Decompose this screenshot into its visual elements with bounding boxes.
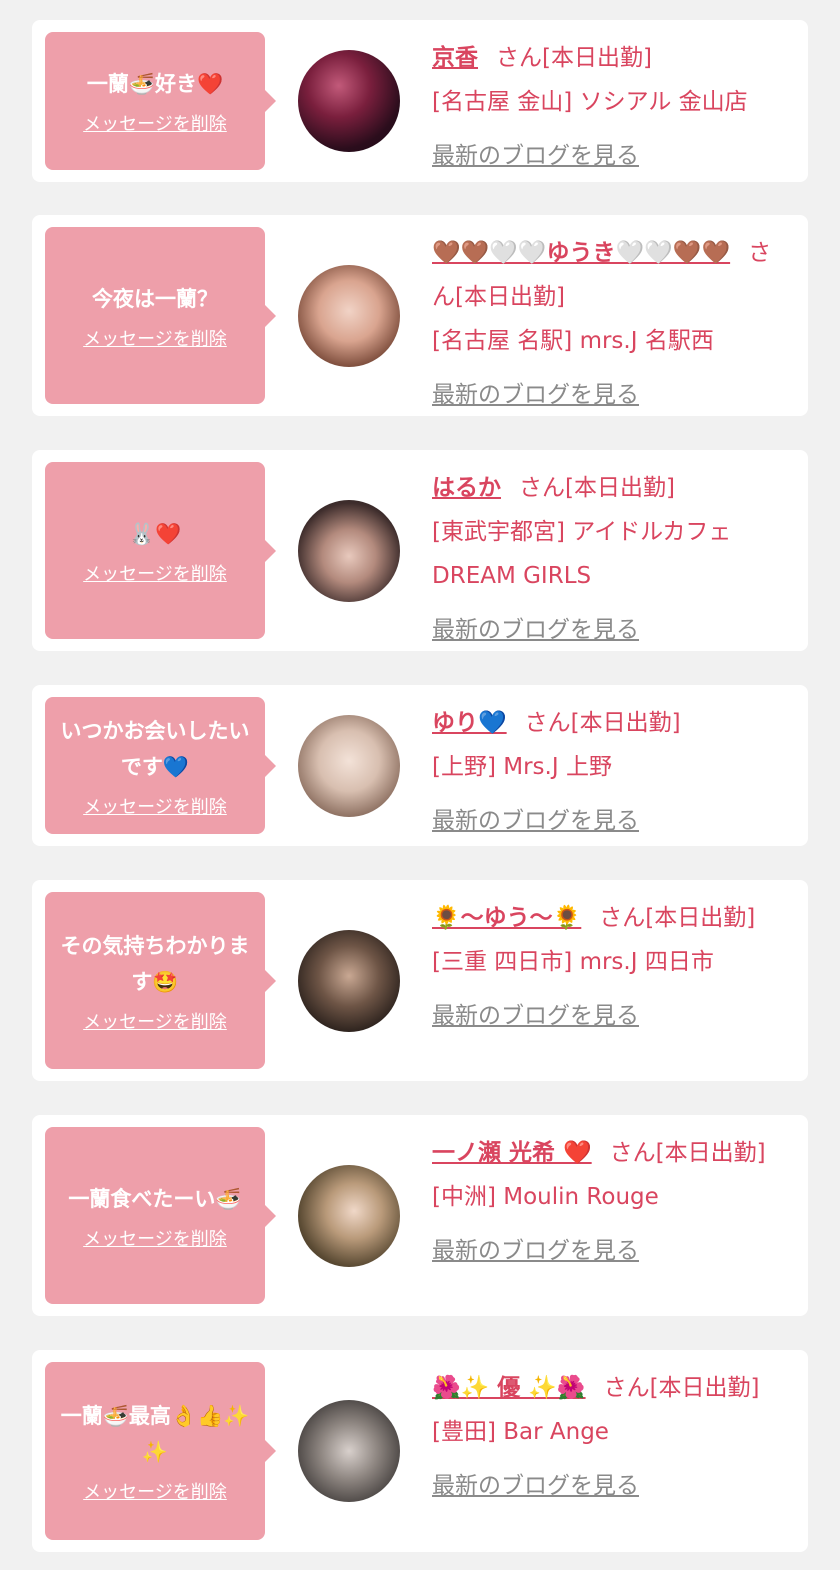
message-text: その気持ちわかります🤩: [60, 933, 250, 994]
cast-info: 京香 さん[本日出勤] [名古屋 金山] ソシアル 金山店 最新のブログを見る: [432, 36, 787, 178]
message-card: 今夜は一蘭？ メッセージを削除 🤎🤎🤍🤍ゆうき🤍🤍🤎🤎 さん[本日出勤] [名古屋…: [32, 215, 808, 416]
message-bubble: いつかお会いしたいです💙 メッセージを削除: [45, 697, 276, 834]
latest-blog-link[interactable]: 最新のブログを見る: [432, 1229, 787, 1273]
cast-info: 🌺✨ 優 ✨🌺 さん[本日出勤] [豊田] Bar Ange 最新のブログを見る: [432, 1366, 787, 1508]
latest-blog-link[interactable]: 最新のブログを見る: [432, 799, 787, 843]
delete-message-link[interactable]: メッセージを削除: [83, 1478, 227, 1504]
latest-blog-link[interactable]: 最新のブログを見る: [432, 134, 787, 178]
cast-name-link[interactable]: 京香: [432, 45, 478, 71]
message-list: 一蘭🍜好き❤️ メッセージを削除 京香 さん[本日出勤] [名古屋 金山] ソシア…: [0, 0, 840, 1570]
latest-blog-link[interactable]: 最新のブログを見る: [432, 1464, 787, 1508]
message-card: 🐰❤️ メッセージを削除 はるか さん[本日出勤] [東武宇都宮] アイドルカフェ…: [32, 450, 808, 651]
cast-status: さん[本日出勤]: [524, 710, 681, 736]
latest-blog-link[interactable]: 最新のブログを見る: [432, 994, 787, 1038]
cast-status: さん[本日出勤]: [599, 905, 756, 931]
cast-status: さん[本日出勤]: [609, 1140, 766, 1166]
message-bubble: その気持ちわかります🤩 メッセージを削除: [45, 892, 276, 1069]
cast-name-link[interactable]: 一ノ瀬 光希 ❤️: [432, 1140, 592, 1166]
message-card: いつかお会いしたいです💙 メッセージを削除 ゆり💙 さん[本日出勤] [上野] M…: [32, 685, 808, 846]
avatar[interactable]: [298, 715, 400, 817]
cast-info: 🌻〜ゆう〜🌻 さん[本日出勤] [三重 四日市] mrs.J 四日市 最新のブログ…: [432, 896, 787, 1038]
cast-info: はるか さん[本日出勤] [東武宇都宮] アイドルカフェ DREAM GIRLS …: [432, 466, 787, 652]
message-text: 今夜は一蘭？: [92, 286, 218, 311]
message-bubble: 🐰❤️ メッセージを削除: [45, 462, 276, 639]
message-text: いつかお会いしたいです💙: [60, 718, 250, 779]
message-bubble: 一蘭🍜最高👌👍✨✨ メッセージを削除: [45, 1362, 276, 1540]
shop-name: [中洲] Moulin Rouge: [432, 1184, 659, 1210]
shop-name: [東武宇都宮] アイドルカフェ DREAM GIRLS: [432, 519, 732, 589]
message-card: 一蘭🍜好き❤️ メッセージを削除 京香 さん[本日出勤] [名古屋 金山] ソシア…: [32, 20, 808, 182]
delete-message-link[interactable]: メッセージを削除: [83, 325, 227, 351]
cast-name-link[interactable]: 🌻〜ゆう〜🌻: [432, 905, 581, 931]
delete-message-link[interactable]: メッセージを削除: [83, 1008, 227, 1034]
avatar[interactable]: [298, 1165, 400, 1267]
message-text: 一蘭食べたーい🍜: [68, 1186, 242, 1211]
avatar[interactable]: [298, 500, 400, 602]
message-card: 一蘭🍜最高👌👍✨✨ メッセージを削除 🌺✨ 優 ✨🌺 さん[本日出勤] [豊田] …: [32, 1350, 808, 1552]
latest-blog-link[interactable]: 最新のブログを見る: [432, 608, 787, 652]
message-bubble: 一蘭🍜好き❤️ メッセージを削除: [45, 32, 276, 170]
message-text: 🐰❤️: [128, 521, 182, 546]
cast-name-link[interactable]: ゆり💙: [432, 710, 507, 736]
message-card: その気持ちわかります🤩 メッセージを削除 🌻〜ゆう〜🌻 さん[本日出勤] [三重 …: [32, 880, 808, 1081]
message-bubble: 一蘭食べたーい🍜 メッセージを削除: [45, 1127, 276, 1304]
cast-status: さん[本日出勤]: [496, 45, 652, 71]
cast-name-link[interactable]: 🤎🤎🤍🤍ゆうき🤍🤍🤎🤎: [432, 240, 730, 266]
shop-name: [豊田] Bar Ange: [432, 1419, 609, 1445]
latest-blog-link[interactable]: 最新のブログを見る: [432, 373, 787, 417]
shop-name: [名古屋 名駅] mrs.J 名駅西: [432, 328, 714, 354]
cast-name-link[interactable]: 🌺✨ 優 ✨🌺: [432, 1375, 586, 1401]
message-text: 一蘭🍜好き❤️: [86, 72, 224, 96]
cast-info: 一ノ瀬 光希 ❤️ さん[本日出勤] [中洲] Moulin Rouge 最新のブ…: [432, 1131, 787, 1273]
cast-info: 🤎🤎🤍🤍ゆうき🤍🤍🤎🤎 さん[本日出勤] [名古屋 名駅] mrs.J 名駅西 最…: [432, 231, 787, 417]
cast-name-link[interactable]: はるか: [432, 475, 501, 501]
avatar[interactable]: [298, 930, 400, 1032]
delete-message-link[interactable]: メッセージを削除: [83, 1225, 227, 1251]
message-card: 一蘭食べたーい🍜 メッセージを削除 一ノ瀬 光希 ❤️ さん[本日出勤] [中洲]…: [32, 1115, 808, 1316]
message-bubble: 今夜は一蘭？ メッセージを削除: [45, 227, 276, 404]
delete-message-link[interactable]: メッセージを削除: [83, 110, 227, 136]
shop-name: [上野] Mrs.J 上野: [432, 754, 612, 780]
cast-status: さん[本日出勤]: [603, 1375, 760, 1401]
cast-status: さん[本日出勤]: [519, 475, 675, 501]
avatar[interactable]: [298, 1400, 400, 1502]
shop-name: [三重 四日市] mrs.J 四日市: [432, 949, 714, 975]
avatar[interactable]: [298, 50, 400, 152]
delete-message-link[interactable]: メッセージを削除: [83, 793, 227, 819]
message-text: 一蘭🍜最高👌👍✨✨: [60, 1404, 250, 1464]
cast-info: ゆり💙 さん[本日出勤] [上野] Mrs.J 上野 最新のブログを見る: [432, 701, 787, 843]
delete-message-link[interactable]: メッセージを削除: [83, 560, 227, 586]
avatar[interactable]: [298, 265, 400, 367]
shop-name: [名古屋 金山] ソシアル 金山店: [432, 89, 748, 115]
